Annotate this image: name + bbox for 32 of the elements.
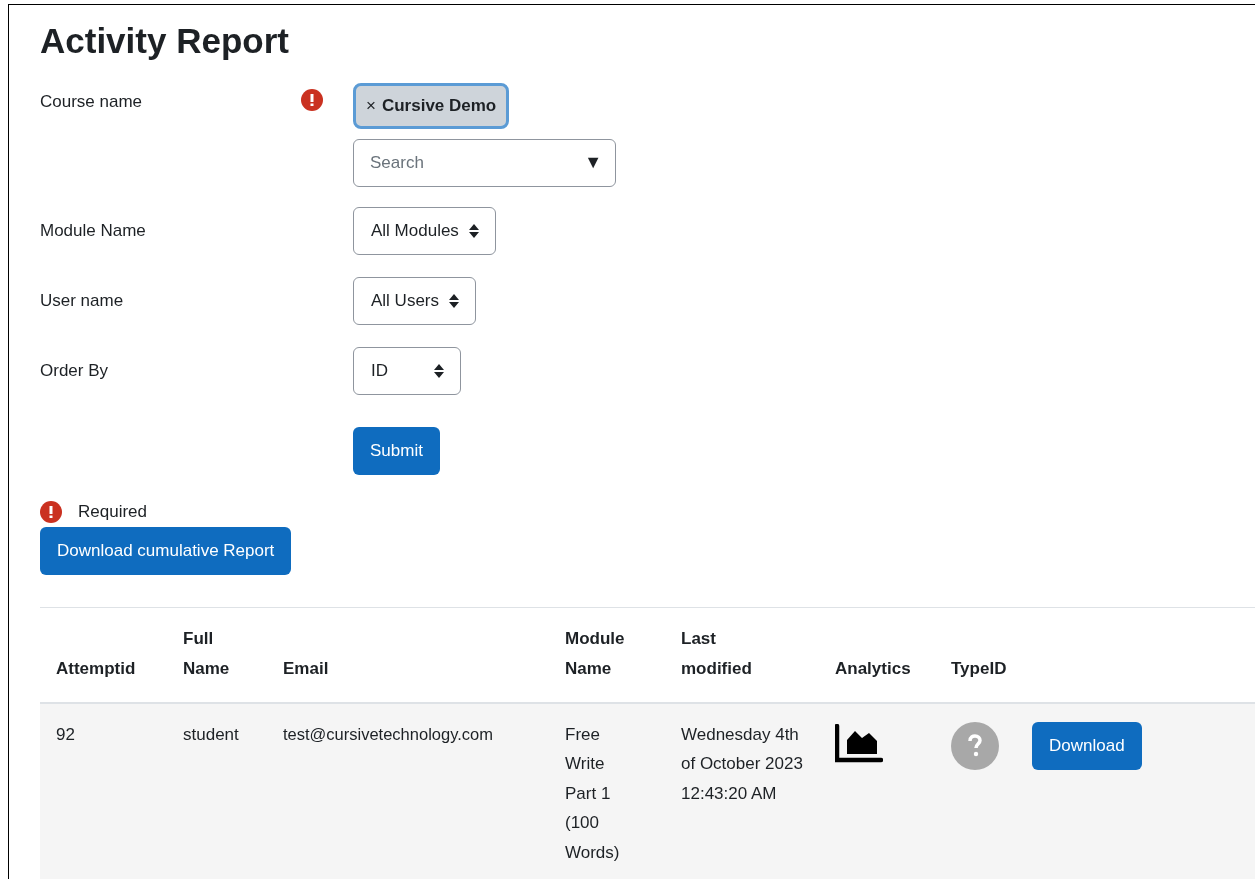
field-label: Course name [40,91,143,113]
table-cell: student [183,724,239,744]
column-header: Last modified [681,627,753,680]
column-header: Email [283,657,329,680]
field-label: User name [40,290,124,313]
error-icon [40,500,62,523]
select-dropdown[interactable]: ID [353,347,461,395]
page-title: Activity Report [40,20,290,62]
column-header: Module Name [565,627,626,680]
field-label: Order By [40,360,109,383]
table-cell: test@cursivetechnology.com [283,724,493,743]
table-cell: 92 [56,724,75,744]
column-header: TypeID [951,657,1007,680]
select-dropdown[interactable]: All Modules [353,207,496,255]
area-chart-icon[interactable] [835,723,883,764]
sort-caret-icon [468,224,479,238]
column-header: Attemptid [56,657,136,680]
sort-caret-icon [449,294,459,308]
table-cell-text: Free Write Part 1 (100 Words) [565,723,621,864]
column-header: Full Name [183,627,231,680]
course-tag[interactable]: × Cursive Demo [353,83,510,129]
field-label: Module Name [40,220,146,243]
dropdown-caret-icon[interactable]: ▼ [584,151,602,173]
download-cumulative-report-button[interactable]: Download cumulative Report [40,526,292,575]
submit-button[interactable]: Submit [353,427,440,475]
select-dropdown[interactable]: All Users [353,277,476,325]
required-note: Required [78,501,147,523]
column-header: Analytics [835,657,911,680]
sort-caret-icon [434,364,444,378]
table-cell-text: Wednesday 4th of October 2023 12:43:20 AM [681,723,804,805]
download-button[interactable]: Download [1032,721,1142,770]
help-icon [951,721,999,770]
